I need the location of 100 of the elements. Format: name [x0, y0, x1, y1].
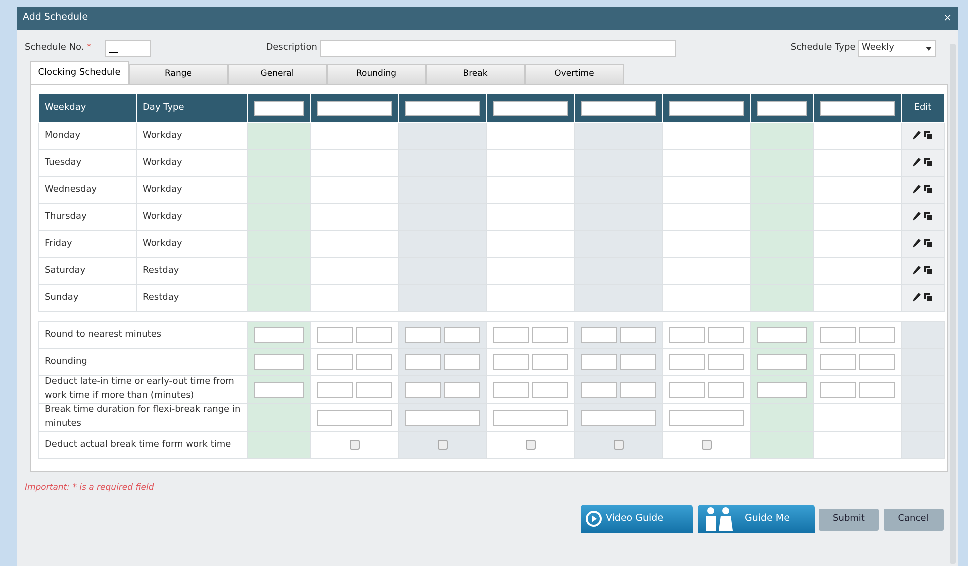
setting-label: Deduct late-in time or early-out time from work time if more than (minutes)	[38, 376, 248, 404]
input-field[interactable]	[757, 382, 807, 398]
checkbox[interactable]	[526, 440, 536, 450]
input-field[interactable]	[581, 410, 656, 426]
header-input-field[interactable]	[820, 100, 895, 116]
pencil-icon[interactable]	[913, 158, 922, 167]
input-field[interactable]	[356, 382, 392, 398]
input-field[interactable]	[669, 382, 706, 398]
input-field[interactable]	[493, 382, 530, 398]
tab[interactable]: General	[228, 64, 327, 84]
pencil-icon[interactable]	[913, 266, 922, 275]
dialog-button[interactable]: Submit	[819, 508, 879, 531]
input-field[interactable]	[581, 382, 618, 398]
header-input-field[interactable]	[254, 100, 304, 116]
input-field[interactable]	[532, 382, 568, 398]
input-field[interactable]	[356, 354, 392, 370]
input-field[interactable]	[317, 327, 354, 344]
input-field[interactable]	[708, 382, 744, 398]
input-field[interactable]	[405, 327, 442, 344]
copy-icon[interactable]	[924, 212, 933, 221]
description-field[interactable]	[320, 40, 676, 57]
input-field[interactable]	[254, 382, 304, 398]
input-field[interactable]	[858, 354, 895, 370]
pencil-icon[interactable]	[913, 184, 922, 194]
checkbox[interactable]	[438, 440, 448, 450]
tab[interactable]: Rounding	[327, 64, 426, 84]
table-cell: Friday	[38, 230, 136, 258]
input-field[interactable]	[620, 327, 656, 344]
column-header: Edit	[902, 94, 944, 123]
input-field[interactable]	[669, 354, 706, 370]
input-field[interactable]	[493, 410, 568, 426]
copy-icon[interactable]	[924, 184, 933, 194]
input-field[interactable]	[493, 354, 530, 370]
input-field[interactable]	[581, 354, 618, 370]
table-cell: Saturday	[38, 258, 136, 285]
input-field[interactable]	[405, 410, 480, 426]
input-field[interactable]	[669, 410, 744, 426]
schedule-type-dropdown[interactable]: Weekly	[858, 40, 936, 57]
pencil-icon[interactable]	[913, 130, 922, 140]
header-input-field[interactable]	[757, 100, 807, 116]
input-field[interactable]	[620, 382, 656, 398]
input-field[interactable]	[444, 354, 480, 370]
input-field[interactable]	[444, 327, 480, 344]
schedule-number-field[interactable]: __	[105, 40, 152, 57]
field-label: Schedule No. *	[25, 42, 92, 55]
copy-icon[interactable]	[924, 130, 933, 140]
checkbox[interactable]	[614, 440, 624, 450]
header-input-field[interactable]	[669, 100, 744, 116]
input-field[interactable]	[317, 382, 354, 398]
input-field[interactable]	[820, 382, 856, 398]
close-button[interactable]: ×	[944, 11, 952, 26]
pencil-icon[interactable]	[913, 292, 922, 302]
header-input-field[interactable]	[405, 100, 480, 116]
tab[interactable]: Range	[129, 64, 228, 84]
checkbox[interactable]	[702, 440, 712, 450]
input-field[interactable]	[317, 354, 354, 370]
guide-me-button[interactable]: Guide Me	[698, 505, 814, 533]
input-field[interactable]	[820, 327, 856, 344]
input-field[interactable]	[757, 327, 807, 344]
input-field[interactable]	[532, 354, 568, 370]
checkbox[interactable]	[350, 440, 360, 450]
table-cell: Workday	[136, 150, 248, 177]
copy-icon[interactable]	[924, 292, 933, 302]
table-cell: Restday	[136, 284, 248, 312]
input-field[interactable]	[405, 354, 442, 370]
header-input-field[interactable]	[317, 100, 392, 116]
input-field[interactable]	[254, 327, 304, 344]
input-field[interactable]	[254, 354, 304, 370]
input-field[interactable]	[858, 382, 895, 398]
tab[interactable]: Break	[426, 64, 525, 84]
input-field[interactable]	[669, 327, 706, 344]
column-header: Day Type	[136, 94, 248, 123]
copy-icon[interactable]	[924, 266, 933, 275]
dialog-button[interactable]: Cancel	[884, 508, 944, 531]
copy-icon[interactable]	[924, 238, 933, 248]
pencil-icon[interactable]	[913, 212, 922, 221]
pencil-icon[interactable]	[913, 238, 922, 248]
input-field[interactable]	[317, 410, 392, 426]
input-field[interactable]	[620, 354, 656, 370]
input-field[interactable]	[820, 354, 856, 370]
video-guide-button[interactable]: Video Guide	[581, 505, 693, 533]
table-cell: Thursday	[38, 204, 136, 231]
table-cell: Tuesday	[38, 150, 136, 177]
tab[interactable]: Clocking Schedule	[30, 61, 129, 84]
copy-icon[interactable]	[924, 158, 933, 167]
input-field[interactable]	[493, 327, 530, 344]
input-field[interactable]	[356, 327, 392, 344]
tab[interactable]: Overtime	[525, 64, 624, 84]
input-field[interactable]	[708, 354, 744, 370]
header-input-field[interactable]	[581, 100, 656, 116]
input-field[interactable]	[757, 354, 807, 370]
input-field[interactable]	[858, 327, 895, 344]
input-field[interactable]	[708, 327, 744, 344]
input-field[interactable]	[581, 327, 618, 344]
caret-icon	[926, 46, 932, 50]
header-input-field[interactable]	[493, 100, 568, 116]
input-field[interactable]	[405, 382, 442, 398]
input-field[interactable]	[444, 382, 480, 398]
input-field[interactable]	[532, 327, 568, 344]
field-label: Description	[266, 42, 318, 55]
